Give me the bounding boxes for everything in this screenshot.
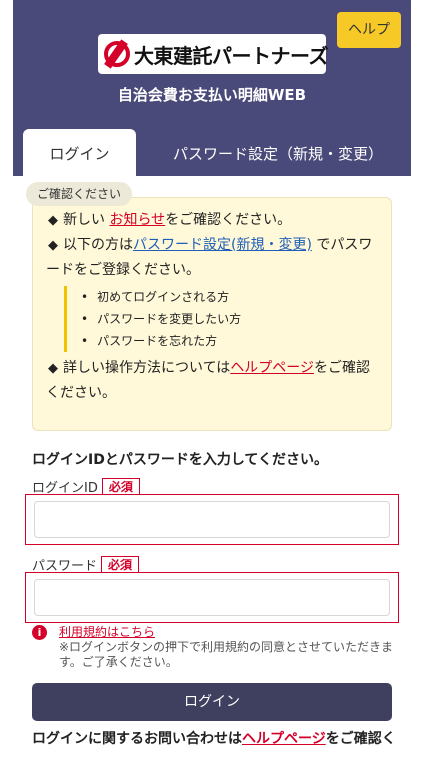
notice-tag: ご確認ください xyxy=(26,182,133,206)
list-item: パスワードを忘れた方 xyxy=(81,330,379,352)
info-icon: i xyxy=(32,625,47,640)
list-item: パスワードを変更したい方 xyxy=(81,308,379,330)
login-id-field-wrapper xyxy=(25,494,399,545)
tab-password-settings[interactable]: パスワード設定（新規・変更） xyxy=(153,129,403,176)
company-logo: 大東建託パートナーズ xyxy=(98,34,329,74)
notice-bullet-list: 初めてログインされる方 パスワードを変更したい方 パスワードを忘れた方 xyxy=(64,286,379,352)
notice-line-password: ◆ 以下の方はパスワード設定(新規・変更) でパスワードをご登録ください。 xyxy=(46,233,379,282)
login-button[interactable]: ログイン xyxy=(32,683,392,721)
notice-line-help: ◆ 詳しい操作方法についてはヘルプページをご確認ください。 xyxy=(46,356,379,405)
list-item: 初めてログインされる方 xyxy=(81,286,379,308)
terms-link[interactable]: 利用規約はこちら xyxy=(59,624,155,640)
notice-box: ◆ 新しい お知らせをご確認ください。 ◆ 以下の方はパスワード設定(新規・変更) … xyxy=(32,197,392,431)
alert-diamond-icon: ◆ xyxy=(48,238,58,253)
help-button[interactable]: ヘルプ xyxy=(337,12,401,48)
terms-note: ※ログインボタンの押下で利用規約の同意とさせていただきます。ご了承ください。 xyxy=(59,640,394,669)
password-field-wrapper xyxy=(25,572,399,623)
site-subtitle: 自治会費お支払い明細WEB xyxy=(117,86,307,104)
password-input[interactable] xyxy=(34,579,390,616)
alert-diamond-icon: ◆ xyxy=(48,361,58,376)
login-id-input[interactable] xyxy=(34,501,390,538)
contact-text: ログインに関するお問い合わせはヘルプページをご確認く xyxy=(32,731,396,747)
form-instruction: ログインIDとパスワードを入力してください。 xyxy=(32,452,328,468)
app-frame: ヘルプ 大東建託パートナーズ 自治会費お支払い明細WEB ログイン パスワード設… xyxy=(13,0,411,757)
help-page-link[interactable]: ヘルプページ xyxy=(230,360,314,376)
alert-diamond-icon: ◆ xyxy=(48,213,58,228)
logo-text: 大東建託パートナーズ xyxy=(134,43,329,68)
tab-login[interactable]: ログイン xyxy=(23,129,136,176)
notice-line-news: ◆ 新しい お知らせをご確認ください。 xyxy=(46,208,379,233)
news-link[interactable]: お知らせ xyxy=(109,212,165,228)
contact-help-link[interactable]: ヘルプページ xyxy=(242,731,326,747)
password-settings-link[interactable]: パスワード設定(新規・変更) xyxy=(133,237,312,253)
header: ヘルプ 大東建託パートナーズ 自治会費お支払い明細WEB ログイン パスワード設… xyxy=(13,0,411,176)
logo-mark-icon xyxy=(104,41,130,67)
